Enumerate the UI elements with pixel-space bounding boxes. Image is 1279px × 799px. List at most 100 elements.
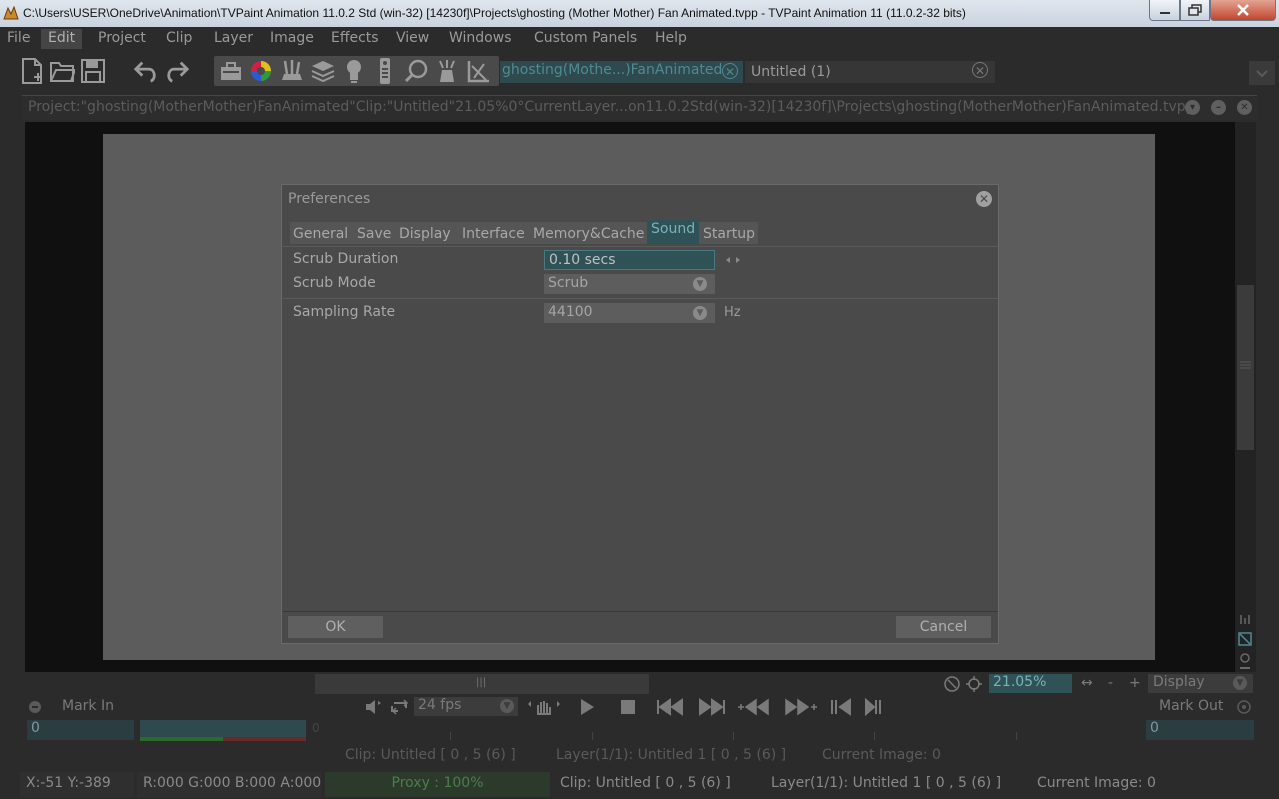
status-current-image: Current Image: 0 bbox=[1037, 775, 1156, 791]
menu-layer[interactable]: Layer bbox=[207, 29, 260, 49]
close-panel-icon[interactable]: ✕ bbox=[1237, 100, 1252, 115]
divider bbox=[283, 298, 998, 299]
minimize-button[interactable] bbox=[1149, 0, 1180, 21]
clip-info-bar: Clip: Untitled [ 0 , 5 (6) ] Layer(1/1):… bbox=[0, 745, 1279, 767]
mark-in-toggle-icon[interactable] bbox=[28, 700, 42, 714]
playback-controls[interactable] bbox=[578, 698, 908, 716]
menu-custom-panels[interactable]: Custom Panels bbox=[527, 29, 644, 49]
menu-effects[interactable]: Effects bbox=[324, 29, 386, 49]
chevron-down-icon: ▼ bbox=[500, 699, 514, 713]
timeline-tick bbox=[874, 732, 875, 740]
tab-save[interactable]: Save bbox=[357, 226, 391, 242]
display-select[interactable]: Display ▼ bbox=[1148, 674, 1253, 693]
chevron-down-icon: ▼ bbox=[693, 277, 707, 291]
chevron-down-icon[interactable]: ▾ bbox=[1185, 100, 1200, 115]
status-clip: Clip: Untitled [ 0 , 5 (6) ] bbox=[560, 775, 731, 791]
scrub-mode-label: Scrub Mode bbox=[293, 275, 376, 291]
scrub-mode-select[interactable]: Scrub ▼ bbox=[544, 274, 715, 294]
menu-view[interactable]: View bbox=[389, 29, 436, 49]
tab-sound[interactable]: Sound bbox=[647, 220, 700, 244]
scrub-duration-label: Scrub Duration bbox=[293, 251, 399, 267]
redo-icon[interactable] bbox=[164, 56, 190, 86]
new-file-icon[interactable] bbox=[19, 56, 45, 86]
vertical-scrollbar-thumb[interactable] bbox=[1237, 285, 1254, 450]
menu-image[interactable]: Image bbox=[263, 29, 321, 49]
tab-memory-cache[interactable]: Memory&Cache bbox=[533, 226, 644, 242]
doc-tab-ghosting[interactable]: ghosting(Mothe...)FanAnimated ✕ bbox=[500, 61, 743, 83]
cancel-button[interactable]: Cancel bbox=[896, 616, 991, 638]
drag-arrows-icon[interactable] bbox=[725, 254, 741, 266]
rotation-reset-icon[interactable] bbox=[944, 676, 984, 692]
mark-out-toggle-icon[interactable] bbox=[1237, 700, 1251, 714]
preferences-dialog: Preferences ✕ General Save Display Inter… bbox=[281, 184, 999, 644]
ruler-icon[interactable] bbox=[466, 56, 492, 86]
clip-range-loaded bbox=[140, 737, 223, 741]
timeline-tick bbox=[592, 732, 593, 740]
current-image-info: Current Image: 0 bbox=[822, 747, 941, 763]
menu-edit[interactable]: Edit bbox=[41, 29, 83, 49]
project-info-bar: Project:"ghosting(MotherMother)FanAnimat… bbox=[22, 95, 1257, 120]
close-icon[interactable]: ✕ bbox=[976, 191, 992, 207]
timeline-start-label: 0 bbox=[312, 721, 320, 735]
close-tab-icon[interactable]: ✕ bbox=[722, 63, 738, 79]
pixel-rgba: R:000 G:000 B:000 A:000 bbox=[137, 772, 321, 797]
menu-windows[interactable]: Windows bbox=[442, 29, 519, 49]
scrub-mode-value: Scrub bbox=[548, 275, 589, 291]
menu-project[interactable]: Project bbox=[91, 29, 153, 49]
close-tab-icon[interactable]: ✕ bbox=[972, 62, 988, 78]
magnifier-icon[interactable] bbox=[403, 56, 429, 86]
save-icon[interactable] bbox=[80, 56, 106, 86]
restore-icon bbox=[1188, 4, 1202, 16]
clip-range-unloaded bbox=[223, 737, 306, 741]
clip-info: Clip: Untitled [ 0 , 5 (6) ] bbox=[345, 747, 516, 763]
tab-display[interactable]: Display bbox=[399, 226, 451, 242]
brushes-icon[interactable] bbox=[279, 56, 305, 86]
chevron-down-icon: ▼ bbox=[1233, 676, 1247, 690]
chevron-down-icon bbox=[1256, 70, 1268, 78]
undo-icon[interactable] bbox=[133, 56, 159, 86]
status-bar: X:-51 Y:-389 R:000 G:000 B:000 A:000 Pro… bbox=[0, 770, 1279, 799]
status-layer: Layer(1/1): Untitled 1 [ 0 , 5 (6) ] bbox=[771, 775, 1002, 791]
tab-startup[interactable]: Startup bbox=[703, 226, 755, 242]
close-window-button[interactable] bbox=[1210, 0, 1276, 21]
tab-interface[interactable]: Interface bbox=[462, 226, 525, 242]
drag-arrows-icon[interactable]: ↔ bbox=[1081, 675, 1093, 691]
menu-clip[interactable]: Clip bbox=[159, 29, 199, 49]
doc-tab-untitled[interactable]: Untitled (1) ✕ bbox=[745, 61, 995, 83]
layers-icon[interactable] bbox=[310, 56, 336, 86]
zoom-in-button[interactable]: + bbox=[1129, 675, 1141, 691]
minimize-panel-icon[interactable]: – bbox=[1211, 100, 1226, 115]
divider bbox=[283, 246, 998, 247]
mark-in-field[interactable]: 0 bbox=[27, 720, 134, 740]
sampling-rate-select[interactable]: 44100 ▼ bbox=[544, 303, 715, 323]
open-folder-icon[interactable] bbox=[49, 56, 75, 86]
restore-button[interactable] bbox=[1180, 0, 1210, 21]
scrub-duration-value: 0.10 secs bbox=[549, 252, 616, 268]
sampling-rate-label: Sampling Rate bbox=[293, 304, 396, 320]
fps-select[interactable]: 24 fps ▼ bbox=[414, 697, 518, 716]
lightbulb-icon[interactable] bbox=[341, 56, 367, 86]
mark-out-field[interactable]: 0 bbox=[1146, 720, 1254, 740]
mark-in-label: Mark In bbox=[62, 698, 114, 714]
remote-control-icon[interactable] bbox=[372, 56, 398, 86]
ok-button[interactable]: OK bbox=[288, 616, 383, 638]
scrub-duration-field[interactable]: 0.10 secs bbox=[544, 250, 715, 270]
zoom-out-button[interactable]: - bbox=[1108, 675, 1113, 691]
sound-loop-icons[interactable] bbox=[364, 698, 410, 716]
zoom-field[interactable]: 21.05% bbox=[989, 674, 1072, 693]
tvpaint-app-icon bbox=[3, 6, 19, 20]
doc-tab-label: Untitled (1) bbox=[751, 64, 831, 80]
tab-list-dropdown[interactable] bbox=[1249, 61, 1275, 85]
divider bbox=[283, 611, 998, 612]
magic-hat-icon[interactable] bbox=[434, 56, 460, 86]
toolbox-icon[interactable] bbox=[218, 56, 244, 86]
menu-help[interactable]: Help bbox=[648, 29, 694, 49]
proxy-status[interactable]: Proxy : 100% bbox=[325, 772, 550, 797]
color-wheel-icon[interactable] bbox=[248, 56, 274, 86]
cursor-coords: X:-51 Y:-389 bbox=[20, 772, 134, 797]
view-tools-icon[interactable] bbox=[1238, 612, 1252, 672]
timeline-tick bbox=[733, 732, 734, 740]
tab-general[interactable]: General bbox=[293, 226, 348, 242]
menu-file[interactable]: File bbox=[0, 29, 37, 49]
hand-scrub-icon[interactable] bbox=[526, 698, 562, 716]
